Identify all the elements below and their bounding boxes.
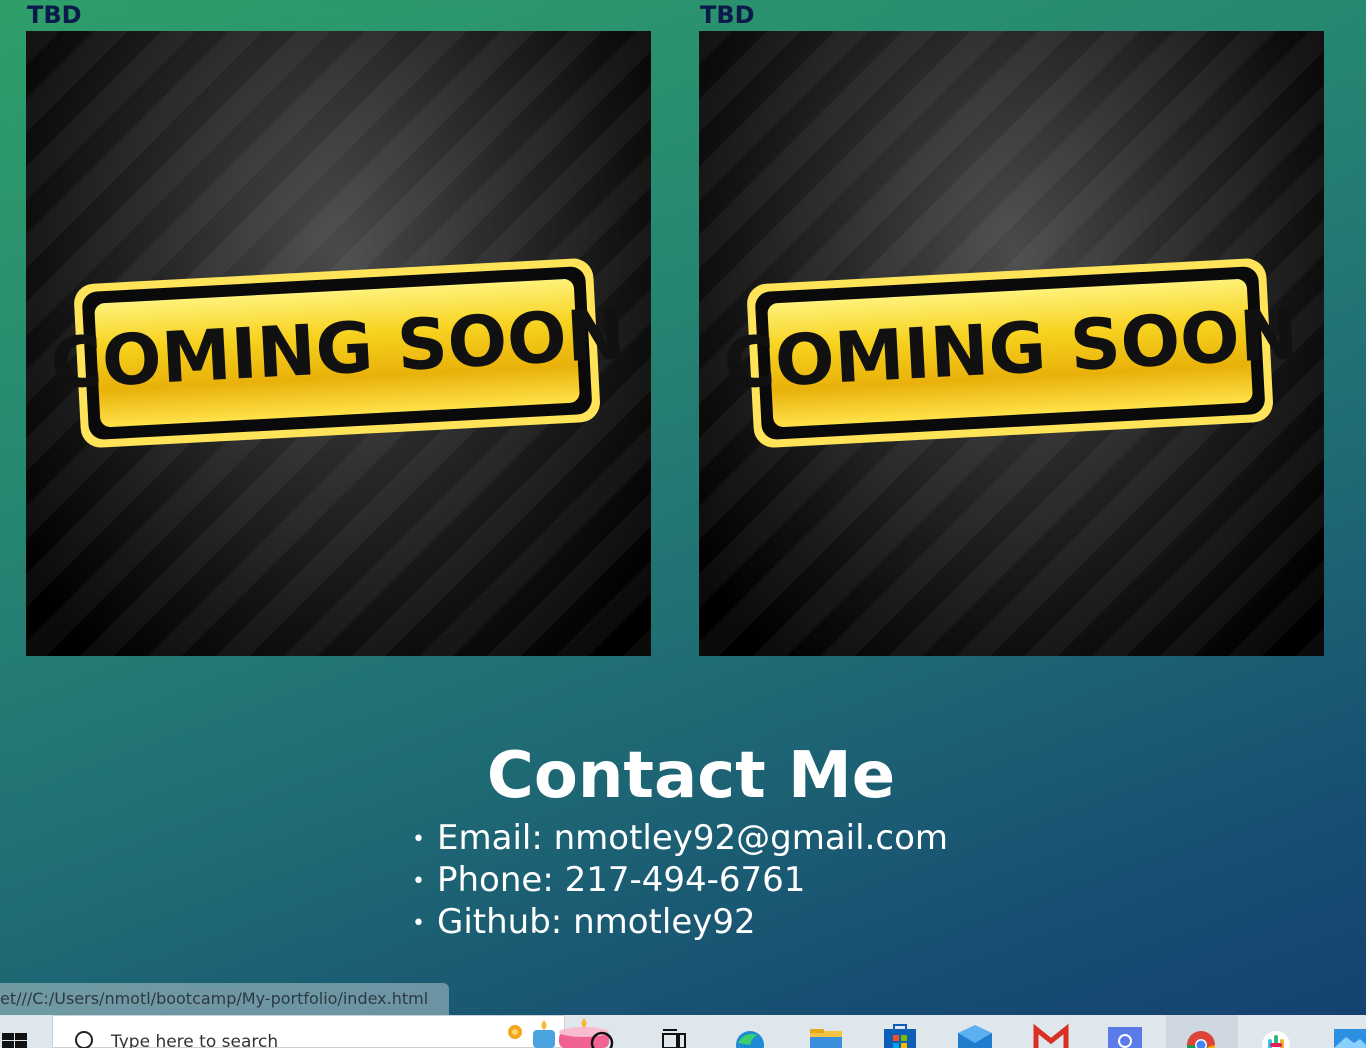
- bullet-icon: •: [412, 827, 425, 852]
- project-1-image[interactable]: COMING SOON: [26, 31, 651, 656]
- search-icon: [75, 1031, 93, 1048]
- slack-icon[interactable]: [1256, 1023, 1296, 1048]
- taskbar-search-box[interactable]: Type here to search: [52, 1015, 609, 1048]
- edge-icon[interactable]: [730, 1023, 770, 1048]
- contact-phone: • Phone: 217-494-6761: [412, 860, 948, 902]
- taskbar-search-placeholder: Type here to search: [111, 1032, 279, 1048]
- contact-github: • Github: nmotley92: [412, 902, 948, 944]
- contact-email: • Email: nmotley92@gmail.com: [412, 818, 948, 860]
- settings-icon[interactable]: [1105, 1023, 1145, 1048]
- windows-taskbar: Type here to search: [0, 1015, 1366, 1048]
- mail-icon[interactable]: [955, 1023, 995, 1048]
- file-explorer-icon[interactable]: [806, 1023, 846, 1048]
- microsoft-store-icon[interactable]: [880, 1023, 920, 1048]
- contact-github-text: Github: nmotley92: [437, 902, 756, 942]
- windows-start-icon[interactable]: [0, 1015, 50, 1048]
- contact-section: Contact Me • Email: nmotley92@gmail.com •…: [0, 739, 1366, 942]
- task-view-icon[interactable]: [654, 1023, 694, 1048]
- contact-list: • Email: nmotley92@gmail.com • Phone: 217-…: [412, 818, 948, 944]
- contact-title: Contact Me: [486, 739, 896, 813]
- contact-phone-text: Phone: 217-494-6761: [437, 860, 806, 900]
- cortana-icon[interactable]: [582, 1023, 622, 1048]
- bullet-icon: •: [412, 911, 425, 936]
- project-2-title: TBD: [700, 1, 755, 29]
- project-1-title: TBD: [27, 1, 82, 29]
- bullet-icon: •: [412, 869, 425, 894]
- photos-icon[interactable]: [1330, 1023, 1366, 1048]
- browser-status-url: et///C:/Users/nmotl/bootcamp/My-portfoli…: [0, 983, 449, 1015]
- coming-soon-image: COMING SOON: [26, 31, 651, 656]
- project-2-image[interactable]: COMING SOON: [699, 31, 1324, 656]
- chrome-icon[interactable]: [1181, 1023, 1221, 1048]
- gmail-icon[interactable]: [1031, 1023, 1071, 1048]
- contact-email-text: Email: nmotley92@gmail.com: [437, 818, 948, 858]
- coming-soon-image: COMING SOON: [699, 31, 1324, 656]
